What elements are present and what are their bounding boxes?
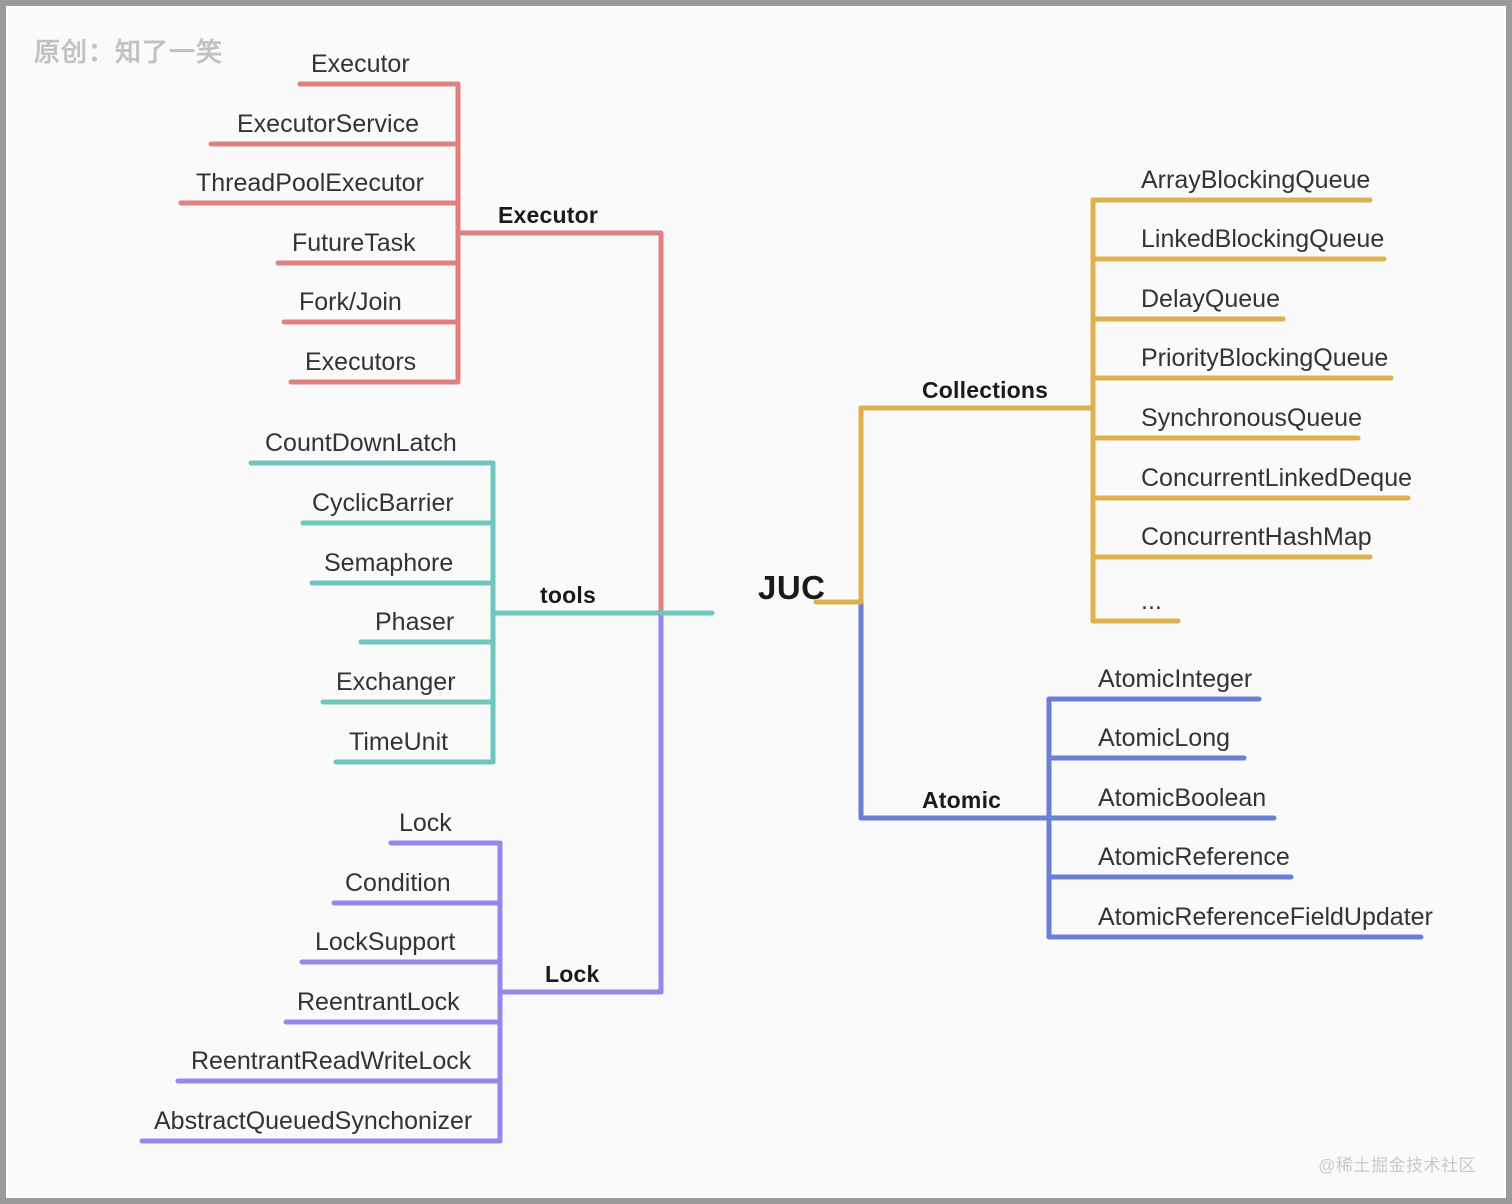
leaf-label-executor-0[interactable]: Executor: [311, 52, 410, 77]
leaf-label-collections-0[interactable]: ArrayBlockingQueue: [1141, 168, 1370, 193]
leaf-label-executor-1[interactable]: ExecutorService: [237, 112, 419, 137]
leaf-label-collections-6[interactable]: ConcurrentHashMap: [1141, 525, 1372, 550]
leaf-label-collections-5[interactable]: ConcurrentLinkedDeque: [1141, 466, 1412, 491]
leaf-label-atomic-2[interactable]: AtomicBoolean: [1098, 786, 1266, 811]
branch-label-lock[interactable]: Lock: [545, 963, 599, 986]
mindmap-canvas: Executor ExecutorService ThreadPoolExecuto…: [0, 0, 1512, 1204]
leaf-label-lock-2[interactable]: LockSupport: [315, 930, 455, 955]
leaf-label-collections-2[interactable]: DelayQueue: [1141, 287, 1280, 312]
leaf-label-atomic-1[interactable]: AtomicLong: [1098, 726, 1230, 751]
leaf-label-tools-4[interactable]: Exchanger: [336, 670, 456, 695]
branch-label-tools[interactable]: tools: [540, 584, 596, 607]
watermark-top-left: 原创：知了一笑: [34, 37, 224, 67]
leaf-label-tools-1[interactable]: CyclicBarrier: [312, 491, 454, 516]
leaf-label-executor-3[interactable]: FutureTask: [292, 231, 416, 256]
leaf-label-executor-5[interactable]: Executors: [305, 350, 416, 375]
leaf-label-tools-3[interactable]: Phaser: [375, 610, 454, 635]
branch-label-collections[interactable]: Collections: [922, 379, 1048, 402]
leaf-label-tools-2[interactable]: Semaphore: [324, 551, 453, 576]
root-node-juc[interactable]: JUC: [758, 571, 826, 604]
branch-label-atomic[interactable]: Atomic: [922, 789, 1001, 812]
leaf-label-lock-4[interactable]: ReentrantReadWriteLock: [191, 1049, 471, 1074]
leaf-label-atomic-4[interactable]: AtomicReferenceFieldUpdater: [1098, 905, 1433, 930]
leaf-label-lock-0[interactable]: Lock: [399, 811, 452, 836]
branch-label-executor[interactable]: Executor: [498, 204, 598, 227]
leaf-label-executor-4[interactable]: Fork/Join: [299, 290, 402, 315]
leaf-label-collections-7[interactable]: ...: [1141, 589, 1162, 614]
leaf-label-collections-4[interactable]: SynchronousQueue: [1141, 406, 1362, 431]
leaf-label-tools-0[interactable]: CountDownLatch: [265, 431, 457, 456]
leaf-label-executor-2[interactable]: ThreadPoolExecutor: [196, 171, 424, 196]
leaf-label-collections-3[interactable]: PriorityBlockingQueue: [1141, 346, 1388, 371]
leaf-label-lock-3[interactable]: ReentrantLock: [297, 990, 460, 1015]
leaf-label-tools-5[interactable]: TimeUnit: [349, 730, 448, 755]
leaf-label-atomic-0[interactable]: AtomicInteger: [1098, 667, 1252, 692]
leaf-label-atomic-3[interactable]: AtomicReference: [1098, 845, 1290, 870]
leaf-label-lock-5[interactable]: AbstractQueuedSynchonizer: [154, 1109, 472, 1134]
leaf-label-lock-1[interactable]: Condition: [345, 871, 451, 896]
leaf-label-collections-1[interactable]: LinkedBlockingQueue: [1141, 227, 1384, 252]
watermark-bottom-right: @稀土掘金技术社区: [1318, 1156, 1476, 1175]
